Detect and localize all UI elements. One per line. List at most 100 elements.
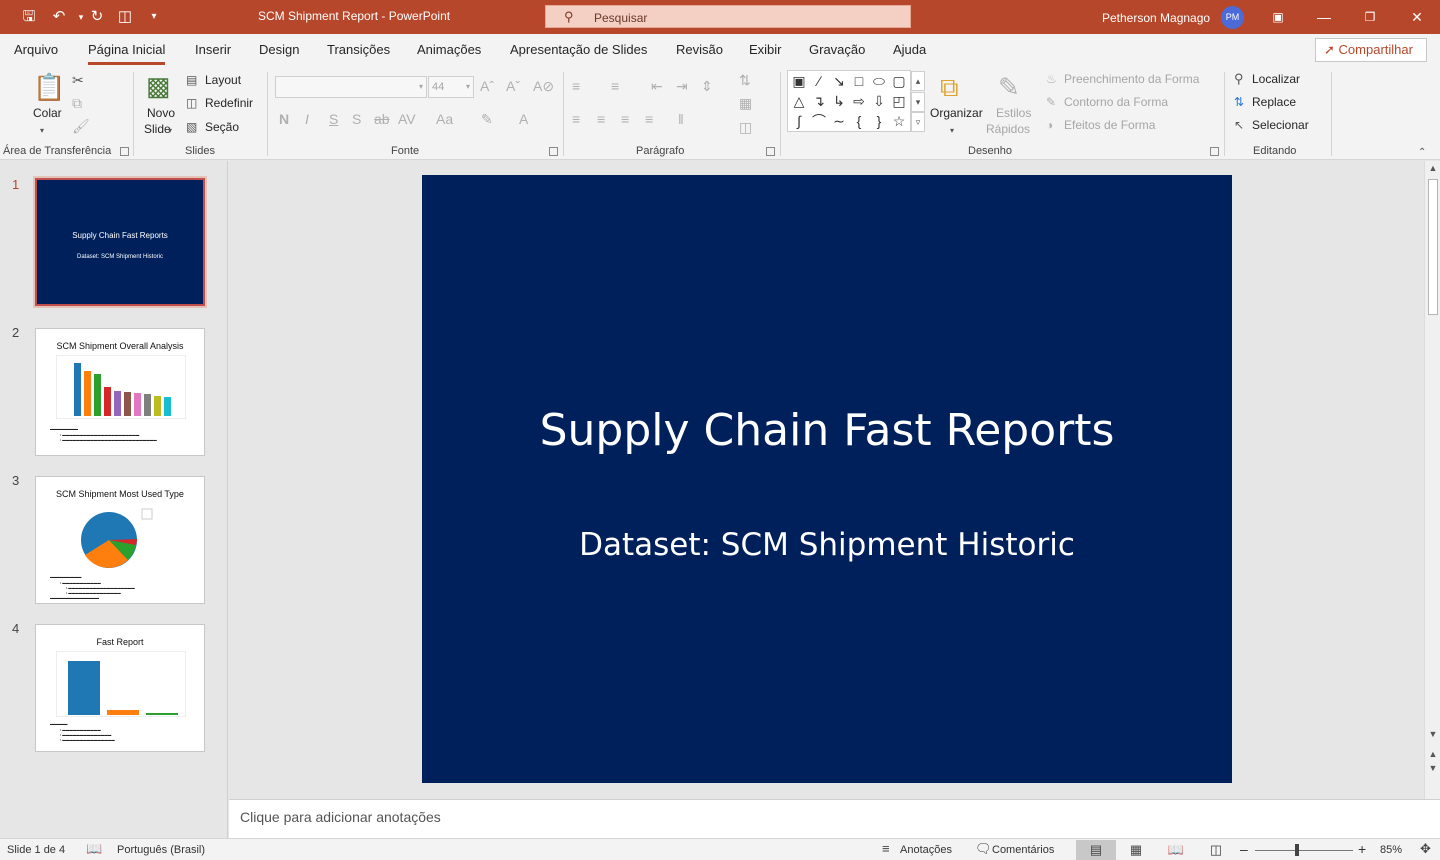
next-slide-icon[interactable]: ▼ bbox=[1425, 763, 1440, 773]
arrange-button[interactable]: Organizar bbox=[930, 106, 983, 120]
notes-placeholder[interactable]: Clique para adicionar anotações bbox=[240, 809, 441, 825]
close-icon[interactable]: ✕ bbox=[1405, 6, 1429, 28]
section-icon[interactable]: ▧ bbox=[186, 118, 197, 136]
text-box-shape-icon[interactable]: ▣ bbox=[790, 73, 808, 89]
reset-button[interactable]: Redefinir bbox=[205, 96, 253, 110]
new-slide-dropdown-icon[interactable]: ▾ bbox=[168, 122, 172, 140]
curve-shape-icon[interactable]: ∼ bbox=[830, 113, 848, 129]
ribbon-display-icon[interactable]: ▣ bbox=[1266, 6, 1290, 28]
replace-button[interactable]: Replace bbox=[1252, 95, 1296, 109]
shrink-font-icon[interactable]: Aˇ bbox=[506, 77, 520, 95]
justify-icon[interactable]: ≡ bbox=[645, 110, 653, 128]
line-spacing-icon[interactable]: ⇕ bbox=[701, 77, 713, 95]
share-button[interactable]: ➚ Compartilhar bbox=[1315, 38, 1427, 62]
tab-design[interactable]: Design bbox=[259, 42, 299, 57]
slide-thumbnail-2[interactable]: SCM Shipment Overall Analysis ▬▬▬▬▬▬▬▬ •… bbox=[35, 328, 205, 456]
quick-styles-label-1[interactable]: Estilos bbox=[996, 106, 1031, 120]
shape-fill-button[interactable]: Preenchimento da Forma bbox=[1064, 72, 1199, 86]
find-button[interactable]: Localizar bbox=[1252, 72, 1300, 86]
columns-icon[interactable]: ‖ bbox=[678, 110, 684, 128]
line-shape-icon[interactable]: ∕ bbox=[810, 73, 828, 89]
rounded-rect-shape-icon[interactable]: ▢ bbox=[890, 73, 908, 89]
restore-icon[interactable]: ❐ bbox=[1358, 6, 1382, 28]
slide-thumbnail-4[interactable]: Fast Report ▬▬▬▬▬ • ▬▬▬▬▬▬▬▬▬▬▬ • ▬▬▬▬▬▬… bbox=[35, 624, 205, 752]
gallery-more-icon[interactable]: ▿ bbox=[911, 112, 925, 132]
freeform-shape-icon[interactable]: ◰ bbox=[890, 93, 908, 109]
user-name[interactable]: Petherson Magnago bbox=[1102, 11, 1210, 25]
new-slide-label-1[interactable]: Novo bbox=[147, 106, 175, 120]
tab-exibir[interactable]: Exibir bbox=[749, 42, 782, 57]
connector-shape-icon[interactable]: ↴ bbox=[810, 93, 828, 109]
font-launcher-icon[interactable] bbox=[549, 147, 558, 156]
new-slide-label-2[interactable]: Slide bbox=[144, 122, 171, 136]
italic-button[interactable]: I bbox=[305, 110, 309, 128]
elbow-arrow-shape-icon[interactable]: ↳ bbox=[830, 93, 848, 109]
align-left-icon[interactable]: ≡ bbox=[572, 110, 580, 128]
reset-icon[interactable]: ◫ bbox=[186, 94, 197, 112]
accessibility-icon[interactable]: 📖 bbox=[86, 841, 102, 857]
undo-icon[interactable]: ↶ bbox=[48, 6, 70, 28]
bullets-icon[interactable]: ≡ bbox=[572, 77, 580, 95]
replace-icon[interactable]: ⇅ bbox=[1234, 93, 1244, 111]
fit-slide-icon[interactable]: ✥ bbox=[1420, 841, 1431, 857]
find-icon[interactable]: ⚲ bbox=[1234, 70, 1244, 88]
section-button[interactable]: Seção bbox=[205, 120, 239, 134]
current-slide[interactable]: Supply Chain Fast Reports Dataset: SCM S… bbox=[422, 175, 1232, 783]
down-arrow-shape-icon[interactable]: ⇩ bbox=[870, 93, 888, 109]
change-case-button[interactable]: Aa bbox=[436, 110, 453, 128]
redo-icon[interactable]: ↻ bbox=[86, 6, 108, 28]
zoom-out-icon[interactable]: – bbox=[1240, 841, 1248, 857]
left-brace-shape-icon[interactable]: { bbox=[850, 113, 868, 129]
paste-label[interactable]: Colar bbox=[33, 106, 62, 120]
text-direction-icon[interactable]: ⇅ bbox=[739, 71, 751, 89]
normal-view-button[interactable]: ▤ bbox=[1076, 840, 1116, 860]
cut-icon[interactable]: ✂ bbox=[72, 71, 84, 89]
layout-icon[interactable]: ▤ bbox=[186, 71, 197, 89]
strikethrough-button[interactable]: ab bbox=[374, 110, 390, 128]
format-painter-icon[interactable]: 🖌 bbox=[72, 117, 90, 135]
oval-shape-icon[interactable]: ⬭ bbox=[870, 73, 888, 89]
slide-thumbnail-1[interactable]: Supply Chain Fast Reports Dataset: SCM S… bbox=[33, 176, 207, 308]
shape-outline-icon[interactable]: ✎ bbox=[1046, 93, 1056, 111]
slide-sorter-view-button[interactable]: ▦ bbox=[1116, 840, 1156, 860]
tab-transicoes[interactable]: Transições bbox=[327, 42, 390, 57]
shadow-button[interactable]: S bbox=[352, 110, 361, 128]
align-text-icon[interactable]: ▦ bbox=[739, 94, 752, 112]
arrange-dropdown-icon[interactable]: ▾ bbox=[950, 122, 954, 140]
scroll-up-icon[interactable]: ▲ bbox=[1425, 163, 1440, 173]
grow-font-icon[interactable]: Aˆ bbox=[480, 77, 494, 95]
slide-thumbnail-pane[interactable]: 1 Supply Chain Fast Reports Dataset: SCM… bbox=[0, 161, 228, 838]
triangle-shape-icon[interactable]: △ bbox=[790, 93, 808, 109]
tab-gravacao[interactable]: Gravação bbox=[809, 42, 865, 57]
tab-animacoes[interactable]: Animações bbox=[417, 42, 481, 57]
arrange-icon[interactable]: ⧉ bbox=[940, 72, 959, 102]
search-input[interactable]: ⚲ Pesquisar bbox=[545, 5, 911, 28]
decrease-indent-icon[interactable]: ⇤ bbox=[651, 77, 663, 95]
notes-pane[interactable]: Clique para adicionar anotações bbox=[229, 799, 1440, 838]
comments-toggle[interactable]: Comentários bbox=[992, 844, 1054, 856]
slide-thumbnail-3[interactable]: SCM Shipment Most Used Type ▬▬▬▬▬▬▬▬▬ • … bbox=[35, 476, 205, 604]
select-button[interactable]: Selecionar bbox=[1252, 118, 1309, 132]
scrollbar-thumb[interactable] bbox=[1428, 179, 1438, 315]
tab-apresentacao[interactable]: Apresentação de Slides bbox=[510, 42, 647, 57]
right-brace-shape-icon[interactable]: } bbox=[870, 113, 888, 129]
font-family-select[interactable]: ▾ bbox=[275, 76, 427, 98]
shape-effects-icon[interactable]: ◑ bbox=[1046, 116, 1053, 134]
bold-button[interactable]: N bbox=[279, 110, 289, 128]
previous-slide-icon[interactable]: ▲ bbox=[1425, 749, 1440, 759]
customize-toolbar-icon[interactable]: ▾ bbox=[143, 6, 165, 28]
tab-arquivo[interactable]: Arquivo bbox=[14, 42, 58, 57]
slide-subtitle[interactable]: Dataset: SCM Shipment Historic bbox=[422, 527, 1232, 563]
tab-ajuda[interactable]: Ajuda bbox=[893, 42, 926, 57]
shape-fill-icon[interactable]: ♨ bbox=[1046, 70, 1057, 88]
slideshow-view-button[interactable]: ◫ bbox=[1196, 840, 1236, 860]
save-icon[interactable]: 🖫 bbox=[18, 6, 40, 28]
shape-outline-button[interactable]: Contorno da Forma bbox=[1064, 95, 1168, 109]
smartart-icon[interactable]: ◫ bbox=[739, 118, 752, 136]
star-shape-icon[interactable]: ☆ bbox=[890, 113, 908, 129]
align-right-icon[interactable]: ≡ bbox=[621, 110, 629, 128]
numbering-icon[interactable]: ≡ bbox=[611, 77, 619, 95]
paste-dropdown-icon[interactable]: ▾ bbox=[40, 122, 44, 140]
paste-icon[interactable]: 📋 bbox=[33, 72, 65, 102]
collapse-ribbon-icon[interactable]: ⌃ bbox=[1418, 144, 1426, 162]
